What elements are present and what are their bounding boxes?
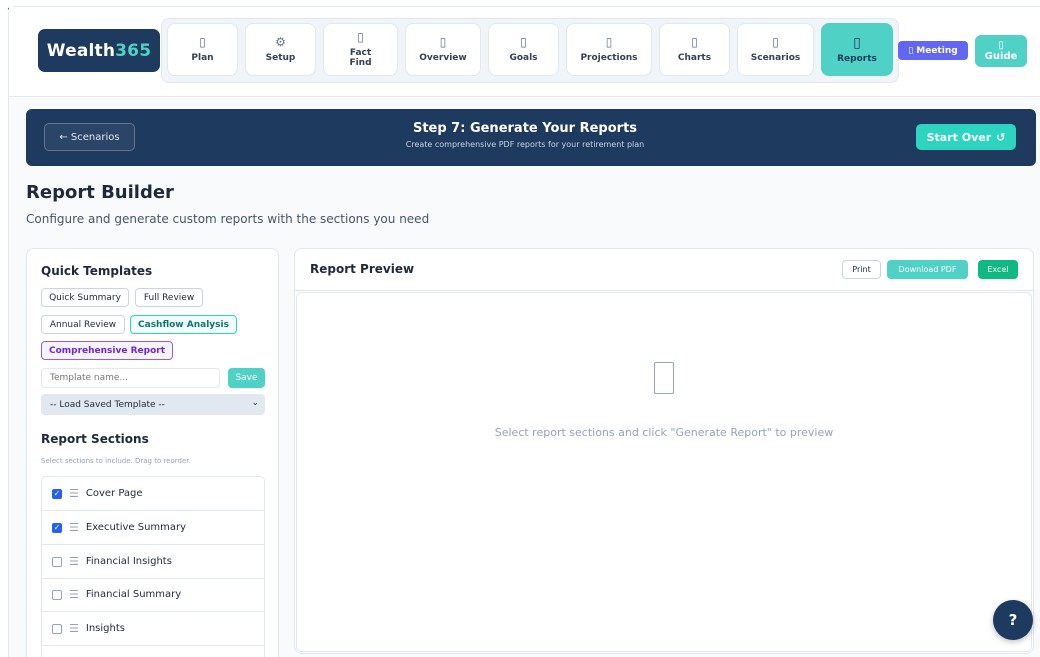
step-title: Step 7: Generate Your Reports	[412, 121, 638, 136]
preview-empty-message: Select report sections and click "Genera…	[494, 426, 834, 439]
section-checkbox[interactable]: ✓	[52, 488, 62, 499]
drag-handle-icon[interactable]: ☰	[69, 521, 79, 534]
back-to-scenarios-button[interactable]: ← Scenarios	[44, 123, 135, 151]
book-icon: ▯	[998, 40, 1004, 51]
save-template-button[interactable]: Save	[228, 368, 265, 388]
tab-scenarios[interactable]: ▯ Scenarios	[737, 23, 814, 76]
tab-charts[interactable]: ▯ Charts	[659, 23, 730, 76]
page-title: Report Builder	[26, 182, 174, 203]
section-label: Insights	[85, 623, 125, 634]
drag-handle-icon[interactable]: ☰	[69, 555, 79, 568]
section-row-financial-summary[interactable]: ☰ Financial Summary	[42, 578, 264, 612]
quick-templates-heading: Quick Templates	[41, 264, 153, 278]
document-placeholder-icon	[654, 362, 674, 394]
drag-handle-icon[interactable]: ☰	[69, 622, 79, 635]
brand-logo[interactable]: Wealth 365	[38, 29, 160, 72]
template-name-input[interactable]	[41, 368, 220, 388]
sections-list: ✓ ☰ Cover Page ✓ ☰ Executive Summary ☰ Financ…	[41, 476, 265, 657]
tab-goals[interactable]: ▯ Goals	[488, 23, 559, 76]
clipboard-icon: ▯	[357, 29, 364, 44]
drag-handle-icon[interactable]: ☰	[69, 588, 79, 601]
tab-label: Charts	[677, 52, 712, 63]
chart-icon: ▯	[691, 34, 698, 49]
guide-button[interactable]: ▯ Guide	[975, 35, 1027, 67]
preview-canvas	[296, 292, 1032, 652]
excel-button[interactable]: Excel	[978, 260, 1018, 279]
gear-icon: ⚙	[275, 34, 286, 49]
tab-reports[interactable]: ▯ Reports	[821, 23, 893, 76]
brand-name: Wealth	[46, 40, 116, 61]
template-full-review[interactable]: Full Review	[135, 288, 203, 307]
overview-icon: ▯	[439, 34, 447, 49]
section-checkbox[interactable]	[52, 589, 62, 600]
template-quick-summary[interactable]: Quick Summary	[41, 288, 129, 307]
report-sections-heading: Report Sections	[41, 432, 149, 446]
report-icon: ▯	[853, 34, 861, 51]
section-label: Financial Summary	[85, 589, 182, 600]
tab-label: Goals	[509, 52, 538, 63]
tab-label: Plan	[191, 52, 214, 63]
calendar-icon: ▯	[908, 45, 914, 56]
section-row-financial-insights[interactable]: ☰ Financial Insights	[42, 545, 264, 579]
tab-overview[interactable]: ▯ Overview	[405, 23, 481, 76]
load-template-value: -- Load Saved Template --	[50, 399, 165, 410]
tab-setup[interactable]: ⚙ Setup	[245, 23, 316, 76]
template-cashflow-analysis[interactable]: Cashflow Analysis	[130, 315, 237, 334]
preview-title: Report Preview	[310, 262, 415, 276]
brand-suffix: 365	[115, 40, 152, 61]
tab-fact-find[interactable]: ▯ Fact Find	[323, 23, 398, 76]
sections-hint: Select sections to include. Drag to reor…	[41, 457, 191, 465]
tab-label: Projections	[580, 52, 638, 63]
section-label: Cover Page	[85, 488, 143, 499]
download-pdf-button[interactable]: Download PDF	[887, 260, 968, 279]
tab-label: Reports	[837, 53, 877, 64]
section-checkbox[interactable]	[52, 623, 62, 634]
target-icon: ▯	[520, 34, 527, 49]
scenarios-icon: ▯	[772, 34, 779, 49]
section-row-cover-page[interactable]: ✓ ☰ Cover Page	[42, 477, 264, 511]
load-template-select[interactable]: -- Load Saved Template -- ⌄	[41, 394, 265, 415]
document-icon: ▯	[199, 34, 206, 49]
tab-label: Scenarios	[750, 52, 801, 63]
section-checkbox[interactable]: ✓	[52, 522, 62, 533]
chevron-down-icon: ⌄	[251, 398, 259, 408]
help-button[interactable]: ?	[993, 600, 1033, 640]
print-button[interactable]: Print	[842, 260, 881, 279]
step-banner	[26, 109, 1036, 166]
drag-handle-icon[interactable]: ☰	[69, 487, 79, 500]
step-subtitle: Create comprehensive PDF reports for you…	[405, 140, 645, 149]
template-annual-review[interactable]: Annual Review	[41, 315, 125, 334]
restart-icon: ↺	[996, 130, 1006, 144]
section-label: Financial Insights	[85, 556, 172, 567]
tab-label: Fact Find	[349, 47, 372, 68]
meeting-button[interactable]: ▯ Meeting	[898, 41, 968, 60]
template-comprehensive-report[interactable]: Comprehensive Report	[41, 341, 173, 360]
start-over-label: Start Over	[926, 130, 992, 144]
trend-icon: ▯	[605, 34, 613, 49]
section-checkbox[interactable]	[52, 556, 62, 567]
tab-projections[interactable]: ▯ Projections	[566, 23, 652, 76]
start-over-button[interactable]: Start Over ↺	[916, 124, 1016, 150]
tab-label: Setup	[265, 52, 296, 63]
section-row-insights[interactable]: ☰ Insights	[42, 612, 264, 646]
section-label: Executive Summary	[85, 522, 187, 533]
meeting-label: Meeting	[916, 45, 958, 56]
guide-label: Guide	[984, 51, 1018, 62]
tab-label: Overview	[419, 52, 467, 63]
page-subtitle: Configure and generate custom reports wi…	[26, 212, 430, 226]
tab-plan[interactable]: ▯ Plan	[167, 23, 238, 76]
section-row-executive-summary[interactable]: ✓ ☰ Executive Summary	[42, 511, 264, 545]
